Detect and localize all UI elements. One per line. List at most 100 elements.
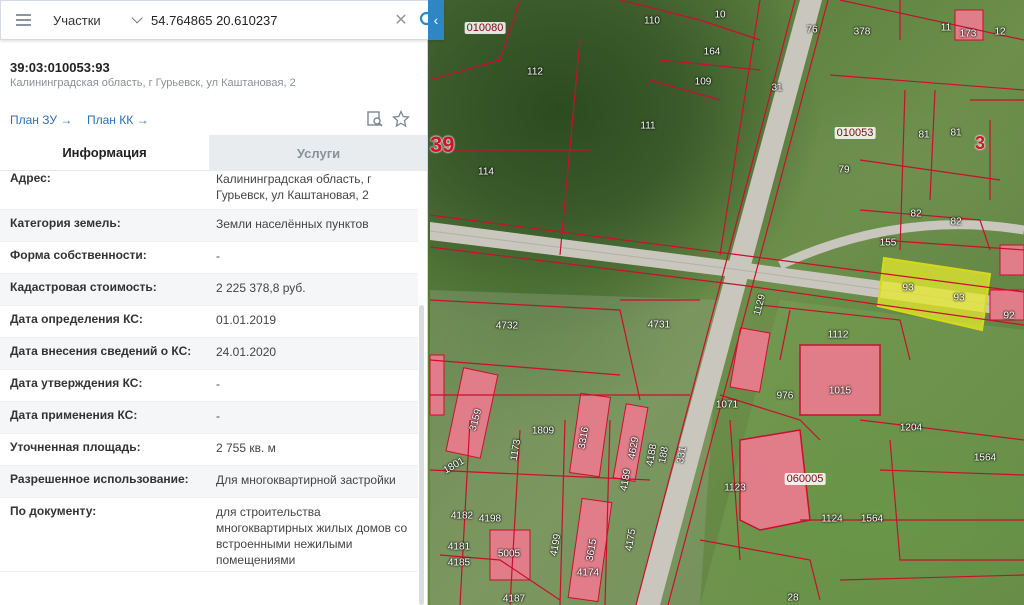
attribute-value: 24.01.2020 <box>216 345 277 359</box>
attribute-row: Дата внесения сведений о КС: 24.01.2020 <box>0 338 418 370</box>
parcel-label[interactable]: 82 <box>910 209 921 220</box>
parcel-label[interactable]: 976 <box>777 391 794 402</box>
parcel-label[interactable]: 378 <box>854 27 871 38</box>
attribute-row: Дата определения КС: 01.01.2019 <box>0 306 418 338</box>
info-panel: 39:03:010053:93 Калининградская область,… <box>0 40 428 605</box>
attribute-key: Кадастровая стоимость: <box>10 280 157 294</box>
attribute-row: Адрес: Калининградская область, г Гурьев… <box>0 171 418 210</box>
parcel-label[interactable]: 4732 <box>496 321 518 332</box>
cadastral-number: 39:03:010053:93 <box>10 60 110 75</box>
search-bar: Участки ✕ <box>0 0 444 40</box>
parcel-label[interactable]: 1112 <box>828 330 849 341</box>
parcel-label[interactable]: 111 <box>640 121 655 132</box>
attribute-row: По документу: для строительства многоква… <box>0 498 418 572</box>
attribute-value: 2 755 кв. м <box>216 441 276 455</box>
collapse-panel-button[interactable]: ‹ <box>428 0 444 40</box>
quarter-label[interactable]: 010053 <box>834 127 876 139</box>
parcel-label[interactable]: 1809 <box>532 426 554 437</box>
attribute-value: - <box>216 409 220 423</box>
attribute-value: 01.01.2019 <box>216 313 277 327</box>
attribute-row: Категория земель: Земли населённых пункт… <box>0 210 418 242</box>
parcel-address: Калининградская область, г Гурьевск, ул … <box>10 77 296 89</box>
parcel-label[interactable]: 92 <box>1003 311 1014 322</box>
parcel-label[interactable]: 93 <box>953 293 964 304</box>
attribute-row: Форма собственности: - <box>0 242 418 274</box>
attribute-row: Дата утверждения КС: - <box>0 370 418 402</box>
plan-zu-link[interactable]: План ЗУ → <box>10 113 72 127</box>
plan-kk-link[interactable]: План КК → <box>87 113 149 127</box>
parcel-label[interactable]: 81 <box>918 130 929 141</box>
parcel-label[interactable]: 155 <box>880 238 897 249</box>
parcel-label[interactable]: 4181 <box>448 542 470 553</box>
panel-tabs: Информация Услуги <box>0 135 427 171</box>
parcel-label[interactable]: 1204 <box>900 423 922 434</box>
region-label: 3 <box>975 133 986 153</box>
region-label: 39 <box>430 132 455 157</box>
attribute-key: Дата определения КС: <box>10 312 143 326</box>
parcel-label[interactable]: 82 <box>950 217 961 228</box>
parcel-label[interactable]: 4174 <box>577 568 599 579</box>
parcel-label[interactable]: 79 <box>838 165 849 176</box>
attribute-key: По документу: <box>10 504 97 518</box>
parcel-label[interactable]: 76 <box>806 25 817 36</box>
parcel-label[interactable]: 112 <box>527 67 543 78</box>
attribute-row: Кадастровая стоимость: 2 225 378,8 руб. <box>0 274 418 306</box>
attribute-row: Уточненная площадь: 2 755 кв. м <box>0 434 418 466</box>
parcel-label[interactable]: 4731 <box>648 320 670 331</box>
search-document-icon[interactable] <box>366 110 384 128</box>
parcel-label[interactable]: 4187 <box>503 594 525 605</box>
parcel-label[interactable]: 1564 <box>974 453 996 464</box>
attribute-row: Разрешенное использование: Для многоквар… <box>0 466 418 498</box>
parcel-label[interactable]: 1071 <box>716 400 738 411</box>
attribute-key: Адрес: <box>10 171 51 185</box>
parcel-label[interactable]: 31 <box>771 83 782 94</box>
parcel-label[interactable]: 10 <box>714 10 725 21</box>
menu-icon[interactable] <box>1 1 45 39</box>
layer-select-value: Участки <box>53 12 101 28</box>
parcel-label[interactable]: 4198 <box>479 514 501 525</box>
quarter-label[interactable]: 010080 <box>464 22 506 34</box>
attribute-value: для строительства многоквартирных жилых … <box>216 505 408 567</box>
attribute-value: Калининградская область, г Гурьевск, ул … <box>216 172 372 202</box>
panel-scrollbar[interactable] <box>419 305 424 605</box>
star-icon[interactable] <box>392 110 410 128</box>
clear-icon[interactable]: ✕ <box>389 1 413 39</box>
attribute-key: Разрешенное использование: <box>10 472 189 486</box>
parcel-label[interactable]: 1123 <box>724 483 746 494</box>
attribute-key: Форма собственности: <box>10 248 147 262</box>
chevron-left-icon: ‹ <box>433 12 439 28</box>
parcel-label[interactable]: 4185 <box>448 558 470 569</box>
quarter-label[interactable]: 060005 <box>784 473 826 485</box>
parcel-label[interactable]: 93 <box>902 283 913 294</box>
parcel-label[interactable]: 1124 <box>821 514 843 525</box>
parcel-label[interactable]: 5005 <box>498 549 520 560</box>
chevron-down-icon <box>131 12 143 24</box>
attribute-row: Дата применения КС: - <box>0 402 418 434</box>
parcel-label[interactable]: 4182 <box>451 511 473 522</box>
parcel-label[interactable]: 110 <box>644 16 660 27</box>
tab-services[interactable]: Услуги <box>209 135 427 171</box>
attribute-value: Земли населённых пунктов <box>216 217 369 231</box>
parcel-label[interactable]: 1564 <box>861 514 883 525</box>
attribute-key: Уточненная площадь: <box>10 440 141 454</box>
attribute-value: - <box>216 249 220 263</box>
parcel-label[interactable]: 114 <box>478 167 494 178</box>
attribute-value: Для многоквартирной застройки <box>216 473 396 487</box>
attribute-value: 2 225 378,8 руб. <box>216 281 306 295</box>
parcel-label[interactable]: 12 <box>994 27 1005 38</box>
parcel-label[interactable]: 1015 <box>829 386 851 397</box>
tab-information[interactable]: Информация <box>0 135 209 171</box>
parcel-label[interactable]: 173 <box>960 29 977 40</box>
layer-select[interactable]: Участки <box>45 1 145 39</box>
parcel-label[interactable]: 28 <box>787 593 798 604</box>
attribute-key: Дата утверждения КС: <box>10 376 143 390</box>
parcel-label[interactable]: 81 <box>950 128 961 139</box>
attribute-key: Дата применения КС: <box>10 408 138 422</box>
attributes-table: Адрес: Калининградская область, г Гурьев… <box>0 171 418 572</box>
attribute-key: Дата внесения сведений о КС: <box>10 344 192 358</box>
parcel-label[interactable]: 164 <box>704 47 721 58</box>
parcel-label[interactable]: 109 <box>695 77 712 88</box>
attribute-key: Категория земель: <box>10 216 121 230</box>
search-input[interactable] <box>145 1 389 39</box>
parcel-label[interactable]: 11 <box>941 23 951 34</box>
